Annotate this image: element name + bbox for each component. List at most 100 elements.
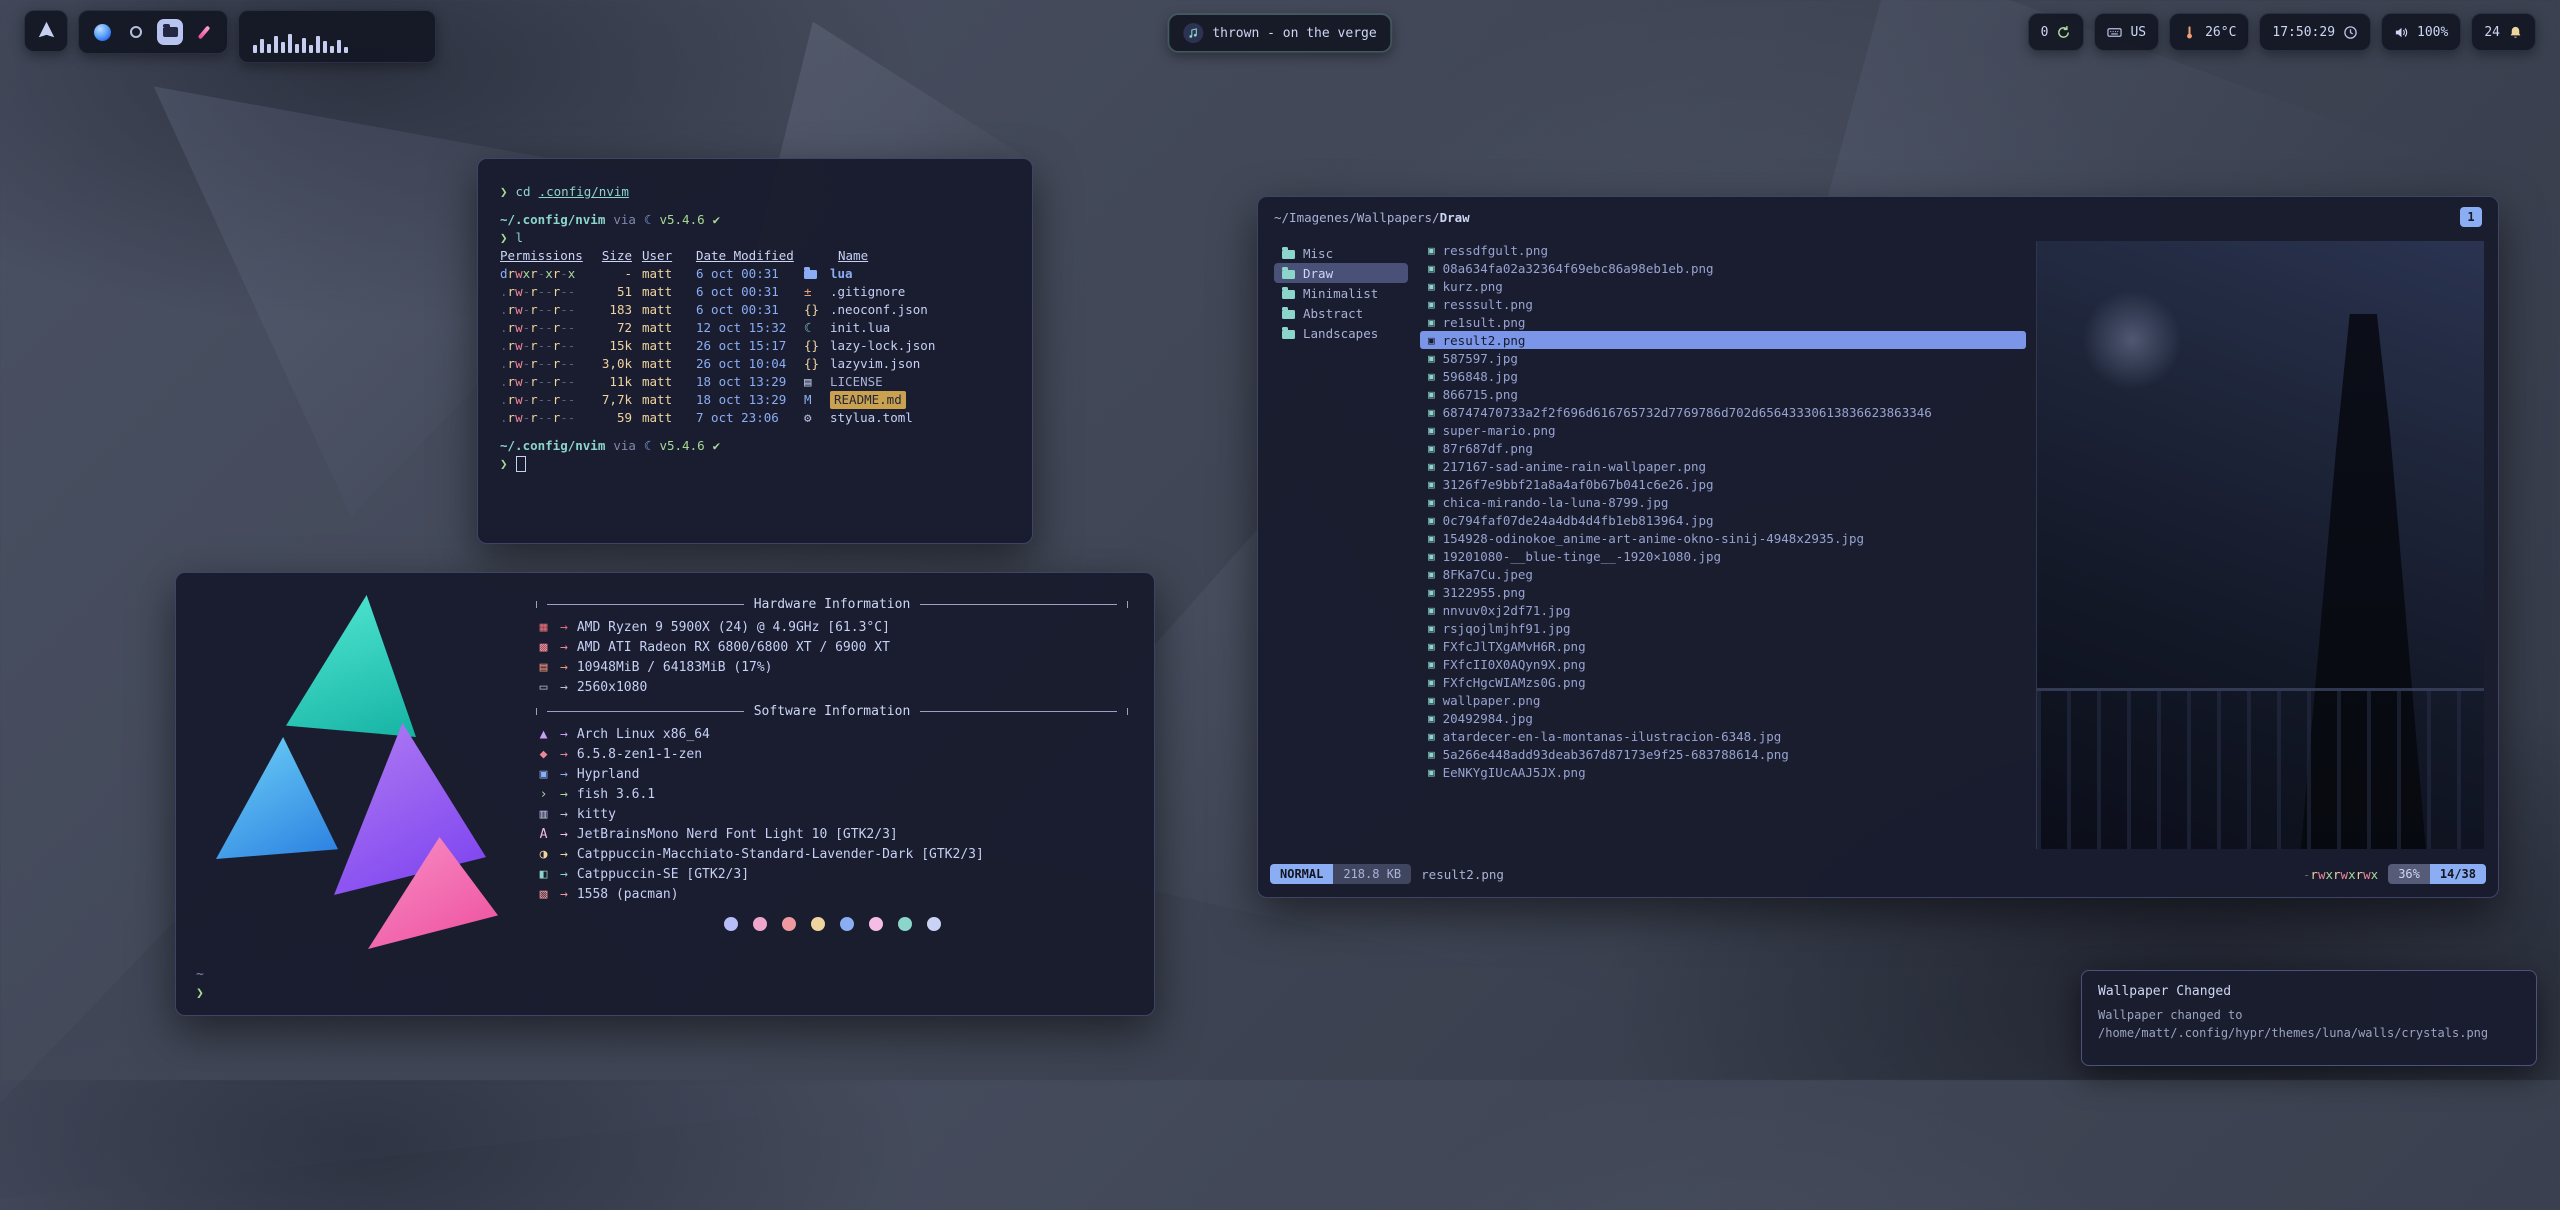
visualizer-bar bbox=[267, 44, 271, 53]
workspace-files[interactable] bbox=[157, 19, 183, 45]
command-argument: .config/nvim bbox=[539, 183, 629, 201]
refresh-icon bbox=[2056, 25, 2071, 40]
section-title: Hardware Information bbox=[536, 593, 1128, 615]
workspace-chat[interactable] bbox=[123, 19, 149, 45]
file-row[interactable]: ▣result2.png bbox=[1420, 331, 2026, 349]
markdown-icon: M bbox=[804, 391, 830, 409]
file-row[interactable]: ▣87r687df.png bbox=[1420, 439, 2026, 457]
fetch-theme: ◑→Catppuccin-Macchiato-Standard-Lavender… bbox=[536, 845, 1128, 865]
file-row[interactable]: ▣596848.jpg bbox=[1420, 367, 2026, 385]
ls-row: .rw-r--r--3,0kmatt26 oct 10:04{}lazyvim.… bbox=[500, 355, 1010, 373]
file-row[interactable]: ▣FXfcJlTXgAMvH6R.png bbox=[1420, 637, 2026, 655]
media-title: thrown - on the verge bbox=[1212, 26, 1376, 41]
sidebar-folder-abstract[interactable]: Abstract bbox=[1274, 303, 1408, 323]
file-row[interactable]: ▣68747470733a2f2f696d616765732d7769786d7… bbox=[1420, 403, 2026, 421]
file-row[interactable]: ▣re1sult.png bbox=[1420, 313, 2026, 331]
arrow-icon: → bbox=[560, 845, 568, 865]
file-row[interactable]: ▣chica-mirando-la-luna-8799.jpg bbox=[1420, 493, 2026, 511]
status-temperature[interactable]: 26°C bbox=[2169, 13, 2249, 51]
tab-indicator[interactable]: 1 bbox=[2460, 207, 2482, 227]
status-keyboard-layout[interactable]: US bbox=[2094, 13, 2159, 51]
file-row[interactable]: ▣587597.jpg bbox=[1420, 349, 2026, 367]
arrow-icon: → bbox=[560, 618, 568, 638]
folder-icon bbox=[1282, 250, 1295, 259]
theme-icon: ◑ bbox=[536, 845, 551, 865]
status-volume[interactable]: 100% bbox=[2381, 13, 2461, 51]
sidebar-folder-minimalist[interactable]: Minimalist bbox=[1274, 283, 1408, 303]
palette-dot bbox=[753, 917, 767, 931]
ls-header: PermissionsSizeUserDate ModifiedName bbox=[500, 247, 1010, 265]
system-info: Hardware Information▦→AMD Ryzen 9 5900X … bbox=[536, 593, 1128, 905]
file-row[interactable]: ▣wallpaper.png bbox=[1420, 691, 2026, 709]
file-row[interactable]: ▣0c794faf07de24a4db4d4fb1eb813964.jpg bbox=[1420, 511, 2026, 529]
visualizer-bar bbox=[337, 40, 341, 53]
launcher-button[interactable] bbox=[24, 10, 68, 52]
file-row[interactable]: ▣FXfcHgcWIAMzs0G.png bbox=[1420, 673, 2026, 691]
media-widget[interactable]: thrown - on the verge bbox=[1168, 14, 1391, 52]
temperature-value: 26°C bbox=[2205, 25, 2236, 40]
file-row[interactable]: ▣super-mario.png bbox=[1420, 421, 2026, 439]
file-row[interactable]: ▣atardecer-en-la-montanas-ilustracion-63… bbox=[1420, 727, 2026, 745]
workspace-browser[interactable] bbox=[89, 19, 115, 45]
image-file-icon: ▣ bbox=[1428, 262, 1435, 275]
sidebar-folder-misc[interactable]: Misc bbox=[1274, 243, 1408, 263]
file-row[interactable]: ▣5a266e448add93deab367d87173e9f25-683788… bbox=[1420, 745, 2026, 763]
thermometer-icon bbox=[2182, 25, 2197, 40]
file-row[interactable]: ▣nnvuv0xj2df71.jpg bbox=[1420, 601, 2026, 619]
file-row[interactable]: ▣19201080-__blue-tinge__-1920×1080.jpg bbox=[1420, 547, 2026, 565]
sidebar-folder-landscapes[interactable]: Landscapes bbox=[1274, 323, 1408, 343]
file-row[interactable]: ▣20492984.jpg bbox=[1420, 709, 2026, 727]
visualizer-bar bbox=[330, 46, 334, 53]
file-row[interactable]: ▣08a634fa02a32364f69ebc86a98eb1eb.png bbox=[1420, 259, 2026, 277]
files-icon bbox=[163, 27, 178, 37]
workspace-paint[interactable] bbox=[191, 19, 217, 45]
file-row[interactable]: ▣rsjqojlmjhf91.jpg bbox=[1420, 619, 2026, 637]
workspace-switcher[interactable] bbox=[78, 10, 228, 54]
file-row[interactable]: ▣ressdfgult.png bbox=[1420, 241, 2026, 259]
file-row[interactable]: ▣resssult.png bbox=[1420, 295, 2026, 313]
shell-context-line: ~/.config/nvim via ☾ v5.4.6 ✔ bbox=[500, 437, 1010, 455]
file-row[interactable]: ▣FXfcII0X0AQyn9X.png bbox=[1420, 655, 2026, 673]
visualizer-bar bbox=[274, 36, 278, 53]
file-row[interactable]: ▣3126f7e9bbf21a8a4af0b67b041c6e26.jpg bbox=[1420, 475, 2026, 493]
arrow-icon: → bbox=[560, 825, 568, 845]
palette-dot bbox=[927, 917, 941, 931]
file-row[interactable]: ▣154928-odinokoe_anime-art-anime-okno-si… bbox=[1420, 529, 2026, 547]
file-row[interactable]: ▣kurz.png bbox=[1420, 277, 2026, 295]
visualizer-bar bbox=[281, 42, 285, 53]
file-row[interactable]: ▣217167-sad-anime-rain-wallpaper.png bbox=[1420, 457, 2026, 475]
status-clock[interactable]: 17:50:29 bbox=[2259, 13, 2371, 51]
sidebar-folder-draw[interactable]: Draw bbox=[1274, 263, 1408, 283]
file-row[interactable]: ▣866715.png bbox=[1420, 385, 2026, 403]
file-size-badge: 218.8 KB bbox=[1333, 864, 1411, 884]
visualizer-bar bbox=[288, 34, 292, 53]
prompt-symbol: ❯ bbox=[500, 229, 508, 247]
visualizer-bar bbox=[260, 39, 264, 53]
image-file-icon: ▣ bbox=[1428, 496, 1435, 509]
ls-row: .rw-r--r--11kmatt18 oct 13:29▤LICENSE bbox=[500, 373, 1010, 391]
json-icon: {} bbox=[804, 301, 830, 319]
fastfetch-terminal[interactable]: Hardware Information▦→AMD Ryzen 9 5900X … bbox=[175, 572, 1155, 1016]
terminal-window[interactable]: ❯ cd .config/nvim ~/.config/nvim via ☾ v… bbox=[477, 158, 1033, 544]
file-manager-window[interactable]: ~/Imagenes/Wallpapers/Draw 1 MiscDrawMin… bbox=[1257, 196, 2499, 898]
image-file-icon: ▣ bbox=[1428, 694, 1435, 707]
fetch-memory: ▤→10948MiB / 64183MiB (17%) bbox=[536, 658, 1128, 678]
palette-dot bbox=[869, 917, 883, 931]
notification-popup[interactable]: Wallpaper Changed Wallpaper changed to /… bbox=[2081, 970, 2537, 1066]
file-row[interactable]: ▣8FKa7Cu.jpeg bbox=[1420, 565, 2026, 583]
moon-icon: ☾ bbox=[804, 319, 830, 337]
file-row[interactable]: ▣EeNKYgIUcAAJ5JX.png bbox=[1420, 763, 2026, 781]
ls-row: .rw-r--r--7,7kmatt18 oct 13:29MREADME.md bbox=[500, 391, 1010, 409]
fetch-font: A→JetBrainsMono Nerd Font Light 10 [GTK2… bbox=[536, 825, 1128, 845]
folder-icon bbox=[1282, 330, 1295, 339]
file-row[interactable]: ▣3122955.png bbox=[1420, 583, 2026, 601]
fetch-os: ▲→Arch Linux x86_64 bbox=[536, 725, 1128, 745]
visualizer-bar bbox=[295, 44, 299, 53]
image-file-icon: ▣ bbox=[1428, 334, 1435, 347]
status-updates[interactable]: 0 bbox=[2028, 13, 2085, 51]
image-file-icon: ▣ bbox=[1428, 370, 1435, 383]
statusbar-permissions: -rwxrwxrwx bbox=[2303, 867, 2378, 882]
image-file-icon: ▣ bbox=[1428, 640, 1435, 653]
ls-row: drwxr-xr-x-matt6 oct 00:31lua bbox=[500, 265, 1010, 283]
status-notifications[interactable]: 24 bbox=[2471, 13, 2536, 51]
